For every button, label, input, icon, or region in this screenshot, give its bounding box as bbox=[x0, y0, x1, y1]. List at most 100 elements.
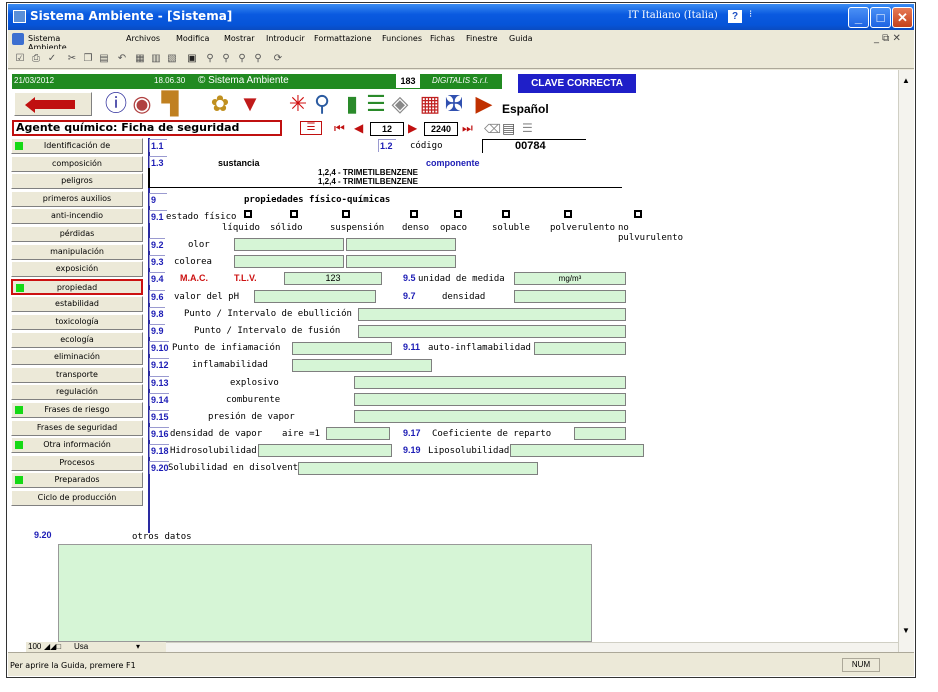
checkbox-icon[interactable]: ☑ bbox=[14, 53, 26, 65]
colorea-field-1[interactable] bbox=[234, 255, 344, 268]
scroll-down-icon[interactable]: ▼ bbox=[902, 626, 910, 635]
options-icon[interactable]: ⁝ bbox=[749, 9, 752, 20]
olor-field-1[interactable] bbox=[234, 238, 344, 251]
document-icon[interactable] bbox=[12, 33, 24, 45]
sidebar-item-20[interactable]: Ciclo de producción bbox=[11, 490, 143, 506]
info-circle-icon[interactable]: ◉ bbox=[128, 90, 156, 118]
zoom-level[interactable]: 100 bbox=[28, 642, 41, 651]
filter-icon[interactable]: ⚲ bbox=[204, 53, 216, 65]
sustancia-field[interactable]: 1,2,4 - TRIMETILBENZENE 1,2,4 - TRIMETIL… bbox=[148, 168, 622, 188]
estado-checkbox-3[interactable] bbox=[410, 210, 418, 218]
form-view-icon[interactable]: ▦ bbox=[134, 53, 146, 65]
explosivo-field[interactable] bbox=[354, 376, 626, 389]
help-icon[interactable]: ? bbox=[728, 10, 742, 23]
search-icon[interactable]: ⚲ bbox=[308, 90, 336, 118]
zoom-icon[interactable]: ▣ bbox=[186, 53, 198, 65]
estado-checkbox-4[interactable] bbox=[454, 210, 462, 218]
otros-datos-field[interactable] bbox=[58, 544, 592, 642]
menu-item-mostrar[interactable]: Mostrar bbox=[224, 34, 255, 43]
estado-checkbox-1[interactable] bbox=[290, 210, 298, 218]
unidad-field[interactable]: mg/m³ bbox=[514, 272, 626, 285]
horizontal-scrollbar[interactable] bbox=[160, 642, 898, 652]
minimize-button[interactable]: _ bbox=[848, 7, 869, 28]
estado-checkbox-5[interactable] bbox=[502, 210, 510, 218]
inflamacion-field[interactable] bbox=[292, 342, 392, 355]
sidebar-item-10[interactable]: toxicología bbox=[11, 314, 143, 330]
sidebar-item-3[interactable]: primeros auxilios bbox=[11, 190, 143, 207]
codigo-field[interactable]: 00784 bbox=[482, 139, 586, 153]
fusion-field[interactable] bbox=[358, 325, 626, 338]
menu-item-introducir[interactable]: Introducir bbox=[266, 34, 305, 43]
sidebar-item-16[interactable]: Frases de seguridad bbox=[11, 419, 143, 436]
sheet-name[interactable]: Usa bbox=[74, 642, 88, 651]
menu-item-fichas[interactable]: Fichas bbox=[430, 34, 455, 43]
sidebar-item-6[interactable]: manipulación bbox=[11, 243, 143, 260]
comburente-field[interactable] bbox=[354, 393, 626, 406]
densidad-vapor-field[interactable] bbox=[326, 427, 390, 440]
menu-item-formattazione[interactable]: Formattazione bbox=[314, 34, 372, 43]
apply-filter-icon[interactable]: ⚲ bbox=[236, 53, 248, 65]
mdi-controls[interactable]: _ ⧉ ✕ bbox=[874, 33, 901, 44]
sidebar-item-1[interactable]: composición bbox=[11, 155, 143, 172]
language-indicator[interactable]: IT Italiano (Italia) bbox=[628, 10, 718, 21]
sort-icon[interactable]: ⚲ bbox=[252, 53, 264, 65]
help-circle-icon[interactable]: ⓘ bbox=[102, 90, 130, 118]
tools-icon[interactable]: ✠ bbox=[440, 90, 468, 118]
last-record-icon[interactable]: ⏭ bbox=[462, 121, 473, 136]
vertical-scrollbar[interactable]: ▲ ▼ bbox=[898, 70, 914, 652]
sidebar-item-14[interactable]: regulación bbox=[11, 384, 143, 401]
copy-icon[interactable]: ❐ bbox=[82, 53, 94, 65]
menu-item-finestre[interactable]: Finestre bbox=[466, 34, 498, 43]
menu-item-archivos[interactable]: Archivos bbox=[126, 34, 160, 43]
sidebar-item-4[interactable]: anti-incendio bbox=[11, 208, 143, 225]
presion-field[interactable] bbox=[354, 410, 626, 423]
list-view-icon[interactable]: ☰ bbox=[300, 121, 322, 135]
exit-icon[interactable]: ▶ bbox=[470, 90, 498, 118]
estado-checkbox-6[interactable] bbox=[564, 210, 572, 218]
tab-nav-icon[interactable]: ◢◢□ bbox=[44, 642, 61, 651]
undo-icon[interactable]: ↶ bbox=[116, 53, 128, 65]
coef-field[interactable] bbox=[574, 427, 626, 440]
diamond-icon[interactable]: ◈ bbox=[386, 90, 414, 118]
sheet-dropdown-icon[interactable]: ▾ bbox=[136, 642, 140, 651]
sidebar-item-19[interactable]: Preparados bbox=[11, 472, 143, 489]
sidebar-item-9[interactable]: estabilidad bbox=[11, 296, 143, 313]
estado-checkbox-2[interactable] bbox=[342, 210, 350, 218]
sidebar-item-7[interactable]: exposición bbox=[11, 261, 143, 278]
hidro-field[interactable] bbox=[258, 444, 392, 457]
sidebar-item-13[interactable]: transporte bbox=[11, 366, 143, 383]
first-record-icon[interactable]: ⏮ bbox=[334, 121, 345, 136]
estado-checkbox-7[interactable] bbox=[634, 210, 642, 218]
title-bar[interactable]: Sistema Ambiente - [Sistema] IT Italiano… bbox=[8, 4, 914, 30]
menu-item-guida[interactable]: Guida bbox=[509, 34, 532, 43]
maximize-button[interactable]: □ bbox=[870, 7, 891, 28]
app-icon[interactable] bbox=[13, 10, 26, 23]
print-record-icon[interactable]: ☰ bbox=[522, 121, 533, 135]
door-icon[interactable]: ▜ bbox=[156, 90, 184, 118]
prev-record-icon[interactable]: ◀ bbox=[354, 121, 363, 135]
save-record-icon[interactable]: ▤ bbox=[502, 120, 515, 137]
filter-funnel-icon[interactable]: ▼ bbox=[236, 90, 264, 118]
olor-field-2[interactable] bbox=[346, 238, 456, 251]
autoinflam-field[interactable] bbox=[534, 342, 626, 355]
sidebar-item-12[interactable]: eliminación bbox=[11, 349, 143, 366]
back-button[interactable] bbox=[14, 92, 92, 116]
refresh-icon[interactable]: ⟳ bbox=[272, 53, 284, 65]
menu-item-modifica[interactable]: Modifica bbox=[176, 34, 209, 43]
sidebar-item-18[interactable]: Procesos bbox=[11, 454, 143, 471]
inflamabilidad-field[interactable] bbox=[292, 359, 432, 372]
pills-icon[interactable]: ✿ bbox=[206, 90, 234, 118]
close-button[interactable]: ✕ bbox=[892, 7, 913, 28]
ebullicion-field[interactable] bbox=[358, 308, 626, 321]
densidad-field[interactable] bbox=[514, 290, 626, 303]
filter-form-icon[interactable]: ⚲ bbox=[220, 53, 232, 65]
colorea-field-2[interactable] bbox=[346, 255, 456, 268]
delete-record-icon[interactable]: ⌫ bbox=[484, 122, 501, 136]
sidebar-item-2[interactable]: peligros bbox=[11, 173, 143, 190]
menu-item-funciones[interactable]: Funciones bbox=[382, 34, 422, 43]
paste-icon[interactable]: ▤ bbox=[98, 53, 110, 65]
sidebar-item-15[interactable]: Frases de riesgo bbox=[11, 402, 143, 418]
tlv-field[interactable]: 123 bbox=[284, 272, 382, 285]
design-view-icon[interactable]: ▧ bbox=[166, 53, 178, 65]
lipo-field[interactable] bbox=[510, 444, 644, 457]
